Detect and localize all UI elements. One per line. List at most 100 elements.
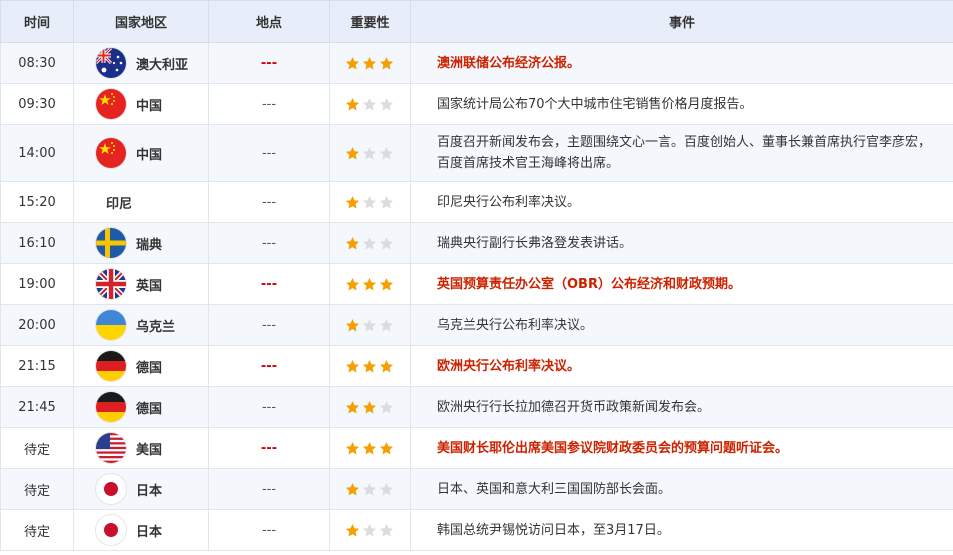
country-name: 瑞典: [136, 237, 163, 253]
table-row[interactable]: 待定 日本 --- 日本、英国和意大利三国国防部长会面。: [0, 468, 953, 510]
star-filled-icon: [345, 441, 360, 456]
star-empty-icon: [379, 195, 394, 210]
row-place: ---: [208, 124, 330, 182]
importance-stars: [345, 277, 410, 292]
row-event[interactable]: 日本、英国和意大利三国国防部长会面。: [410, 468, 953, 510]
sweden-flag-icon: [96, 228, 126, 258]
star-empty-icon: [362, 97, 377, 112]
importance-stars: [345, 482, 410, 497]
japan-flag-icon: [96, 474, 126, 504]
row-event[interactable]: 百度召开新闻发布会，主题围绕文心一言。百度创始人、董事长兼首席执行官李彦宏，百度…: [410, 124, 953, 182]
row-country: 中国: [73, 83, 209, 125]
header-time: 时间: [0, 0, 74, 43]
row-country: 中国: [73, 124, 209, 182]
row-time: 21:15: [0, 345, 74, 387]
country-name: 中国: [136, 98, 163, 114]
table-row[interactable]: 21:45 德国 --- 欧洲央行行长拉加德召开货币政策新闻发布会。: [0, 386, 953, 428]
country-name: 英国: [136, 278, 163, 294]
table-row[interactable]: 20:00 乌克兰 --- 乌克兰央行公布利率决议。: [0, 304, 953, 346]
star-empty-icon: [362, 146, 377, 161]
row-country: 印尼: [73, 181, 209, 223]
row-time: 待定: [0, 427, 74, 469]
star-filled-icon: [362, 359, 377, 374]
row-time: 08:30: [0, 42, 74, 84]
star-filled-icon: [345, 146, 360, 161]
star-filled-icon: [379, 56, 394, 71]
row-event[interactable]: 韩国总统尹锡悦访问日本，至3月17日。: [410, 509, 953, 551]
row-country: 乌克兰: [73, 304, 209, 346]
row-event[interactable]: 英国预算责任办公室（OBR）公布经济和财政预期。: [410, 263, 953, 305]
star-empty-icon: [362, 482, 377, 497]
star-empty-icon: [362, 523, 377, 538]
row-country: 英国: [73, 263, 209, 305]
row-time: 15:20: [0, 181, 74, 223]
row-time: 21:45: [0, 386, 74, 428]
country-name: 德国: [136, 360, 163, 376]
row-time: 20:00: [0, 304, 74, 346]
row-event[interactable]: 乌克兰央行公布利率决议。: [410, 304, 953, 346]
table-row[interactable]: 21:15 德国 --- 欧洲央行公布利率决议。: [0, 345, 953, 387]
importance-stars: [345, 318, 410, 333]
row-event[interactable]: 欧洲央行行长拉加德召开货币政策新闻发布会。: [410, 386, 953, 428]
economic-calendar-table: 时间 国家地区 地点 重要性 事件 08:30 澳大利亚 --- 澳洲联储公布经济公报…: [0, 0, 953, 551]
row-country: 美国: [73, 427, 209, 469]
star-empty-icon: [379, 236, 394, 251]
row-importance: [329, 386, 411, 428]
table-row[interactable]: 16:10 瑞典 --- 瑞典央行副行长弗洛登发表讲话。: [0, 222, 953, 264]
row-event[interactable]: 美国财长耶伦出席美国参议院财政委员会的预算问题听证会。: [410, 427, 953, 469]
star-filled-icon: [345, 236, 360, 251]
table-row[interactable]: 14:00 中国 --- 百度召开新闻发布会，主题围绕文心一言。百度创始人、董事长兼首…: [0, 124, 953, 182]
header-country: 国家地区: [73, 0, 209, 43]
row-event[interactable]: 瑞典央行副行长弗洛登发表讲话。: [410, 222, 953, 264]
header-place: 地点: [208, 0, 330, 43]
star-empty-icon: [379, 523, 394, 538]
row-event[interactable]: 澳洲联储公布经济公报。: [410, 42, 953, 84]
row-event[interactable]: 欧洲央行公布利率决议。: [410, 345, 953, 387]
row-importance: [329, 263, 411, 305]
table-row[interactable]: 08:30 澳大利亚 --- 澳洲联储公布经济公报。: [0, 42, 953, 84]
table-row[interactable]: 待定 美国 --- 美国财长耶伦出席美国参议院财政委员会的预算问题听证会。: [0, 427, 953, 469]
star-empty-icon: [362, 318, 377, 333]
row-place: ---: [208, 386, 330, 428]
star-empty-icon: [379, 318, 394, 333]
ukraine-flag-icon: [96, 310, 126, 340]
usa-flag-icon: [96, 433, 126, 463]
star-filled-icon: [345, 523, 360, 538]
country-name: 澳大利亚: [136, 57, 189, 73]
row-time: 16:10: [0, 222, 74, 264]
country-name: 中国: [136, 147, 163, 163]
table-row[interactable]: 15:20 印尼 --- 印尼央行公布利率决议。: [0, 181, 953, 223]
table-row[interactable]: 19:00 英国 --- 英国预算责任办公室（OBR）公布经济和财政预期。: [0, 263, 953, 305]
row-importance: [329, 427, 411, 469]
row-place: ---: [208, 468, 330, 510]
importance-stars: [345, 97, 410, 112]
star-filled-icon: [345, 359, 360, 374]
row-event[interactable]: 国家统计局公布70个大中城市住宅销售价格月度报告。: [410, 83, 953, 125]
row-time: 19:00: [0, 263, 74, 305]
row-importance: [329, 345, 411, 387]
row-place: ---: [208, 181, 330, 223]
row-importance: [329, 42, 411, 84]
star-filled-icon: [345, 56, 360, 71]
country-name: 德国: [136, 401, 163, 417]
row-time: 14:00: [0, 124, 74, 182]
row-country: 澳大利亚: [73, 42, 209, 84]
row-importance: [329, 222, 411, 264]
star-filled-icon: [362, 277, 377, 292]
row-place: ---: [208, 509, 330, 551]
row-importance: [329, 509, 411, 551]
china-flag-icon: [96, 138, 126, 168]
table-row[interactable]: 待定 日本 --- 韩国总统尹锡悦访问日本，至3月17日。: [0, 509, 953, 551]
star-filled-icon: [345, 97, 360, 112]
germany-flag-icon: [96, 392, 126, 422]
country-name: 美国: [136, 442, 163, 458]
country-name: 印尼: [106, 196, 133, 212]
table-row[interactable]: 09:30 中国 --- 国家统计局公布70个大中城市住宅销售价格月度报告。: [0, 83, 953, 125]
row-importance: [329, 124, 411, 182]
row-event[interactable]: 印尼央行公布利率决议。: [410, 181, 953, 223]
row-place: ---: [208, 42, 330, 84]
china-flag-icon: [96, 89, 126, 119]
row-place: ---: [208, 263, 330, 305]
row-place: ---: [208, 345, 330, 387]
japan-flag-icon: [96, 515, 126, 545]
